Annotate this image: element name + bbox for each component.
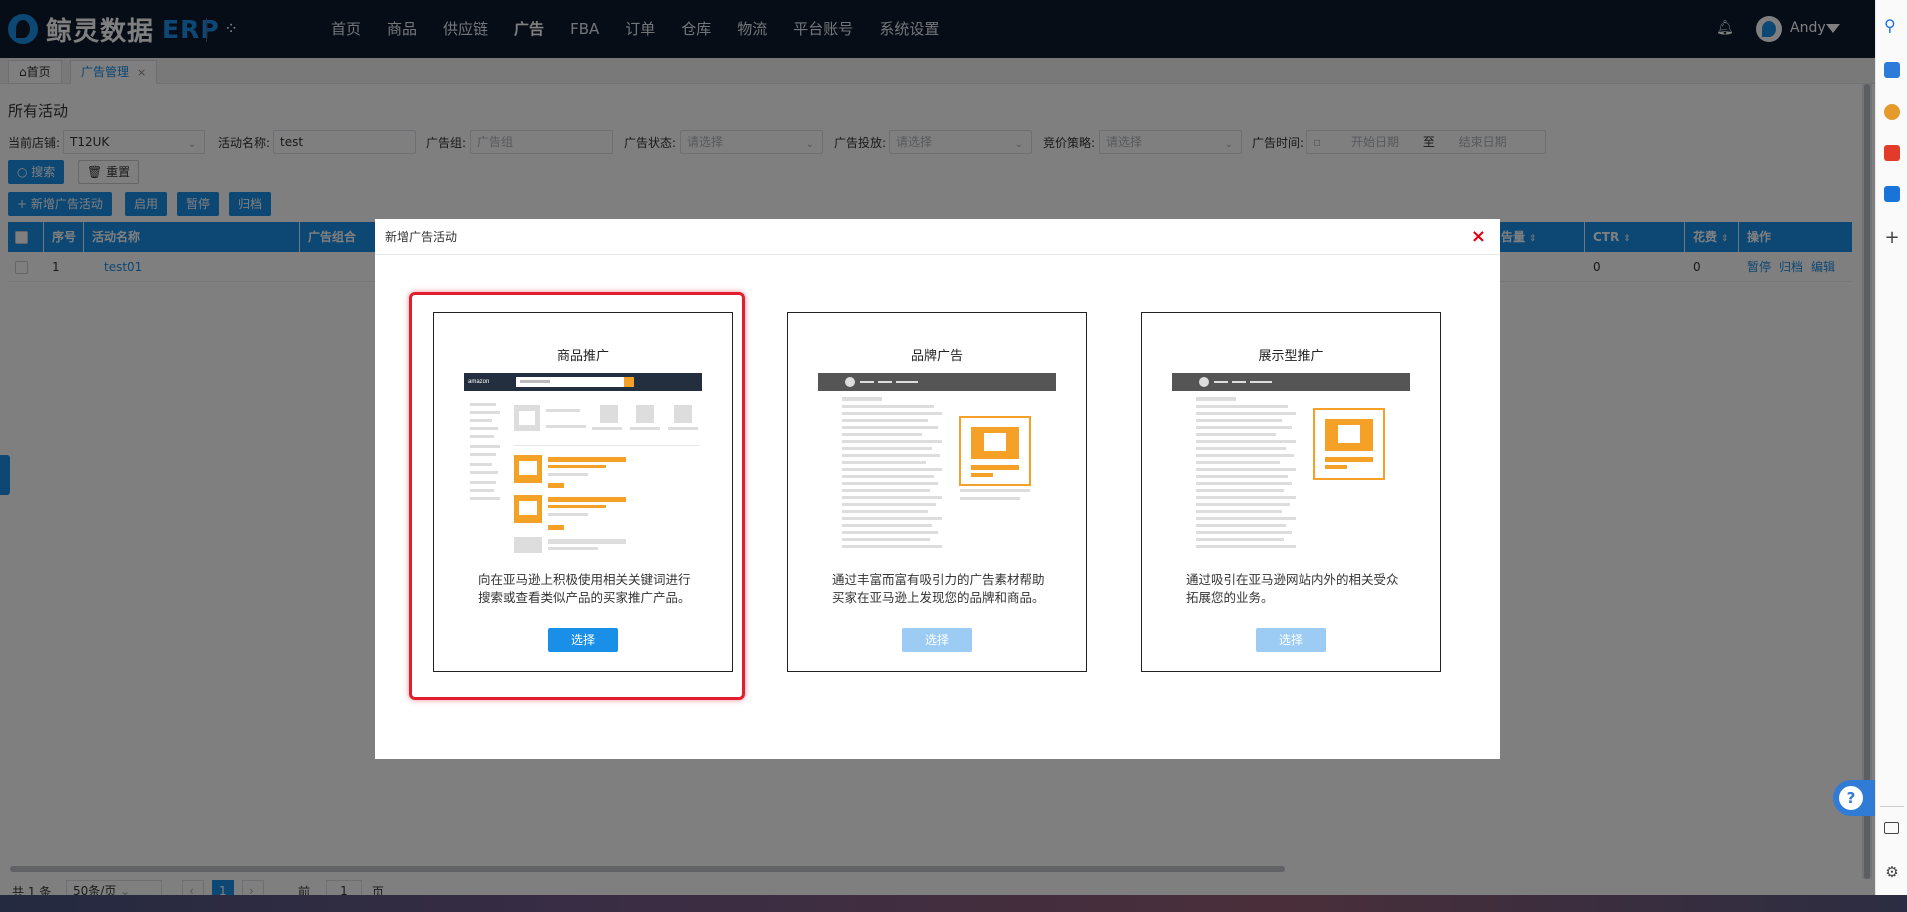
brand-page-illustration-icon (818, 373, 1056, 548)
display-page-illustration-icon (1172, 373, 1410, 548)
outlook-icon[interactable] (1884, 186, 1900, 202)
collapse-panel-icon[interactable] (1884, 822, 1899, 834)
card-title: 展示型推广 (1258, 349, 1324, 364)
plus-icon[interactable]: + (1884, 229, 1900, 247)
toolbox-icon[interactable] (1884, 62, 1900, 78)
sponsored-brands-card[interactable]: 品牌广告 通过丰富而富有吸引力的广告素材帮助买家在亚马逊上发现您的品牌和商品。 … (787, 312, 1087, 672)
office-icon[interactable] (1884, 145, 1900, 161)
gear-icon[interactable]: ⚙ (1884, 864, 1900, 880)
right-dock: ⚲ + ⚙ (1875, 0, 1907, 895)
card-title: 品牌广告 (910, 349, 963, 364)
selection-highlight (409, 292, 745, 700)
sponsored-brands-illustration (818, 373, 1056, 553)
people-icon[interactable] (1884, 104, 1900, 120)
modal-title: 新增广告活动 (385, 230, 458, 244)
divider (1880, 806, 1904, 807)
help-icon: ? (1839, 786, 1863, 810)
help-button[interactable]: ? (1833, 780, 1875, 816)
app-window: 鲸灵数据 ERP ⁘ 首页 商品 供应链 广告 FBA 订单 仓库 物流 平台账… (0, 0, 1875, 895)
card-description: 通过丰富而富有吸引力的广告素材帮助买家在亚马逊上发现您的品牌和商品。 (832, 572, 1045, 605)
desktop-taskbar-strip (0, 895, 1907, 912)
sponsored-display-card[interactable]: 展示型推广 通过吸引在亚马逊网站内外的相关受众拓展您的业务。 选择 (1141, 312, 1441, 672)
select-sponsored-display-button[interactable]: 选择 (1256, 628, 1326, 652)
close-icon[interactable]: × (1471, 219, 1486, 255)
card-description: 通过吸引在亚马逊网站内外的相关受众拓展您的业务。 (1186, 572, 1399, 605)
search-icon[interactable]: ⚲ (1884, 18, 1900, 34)
select-sponsored-brands-button[interactable]: 选择 (902, 628, 972, 652)
sponsored-display-illustration (1172, 373, 1410, 553)
modal-header: 新增广告活动 × (375, 219, 1500, 255)
